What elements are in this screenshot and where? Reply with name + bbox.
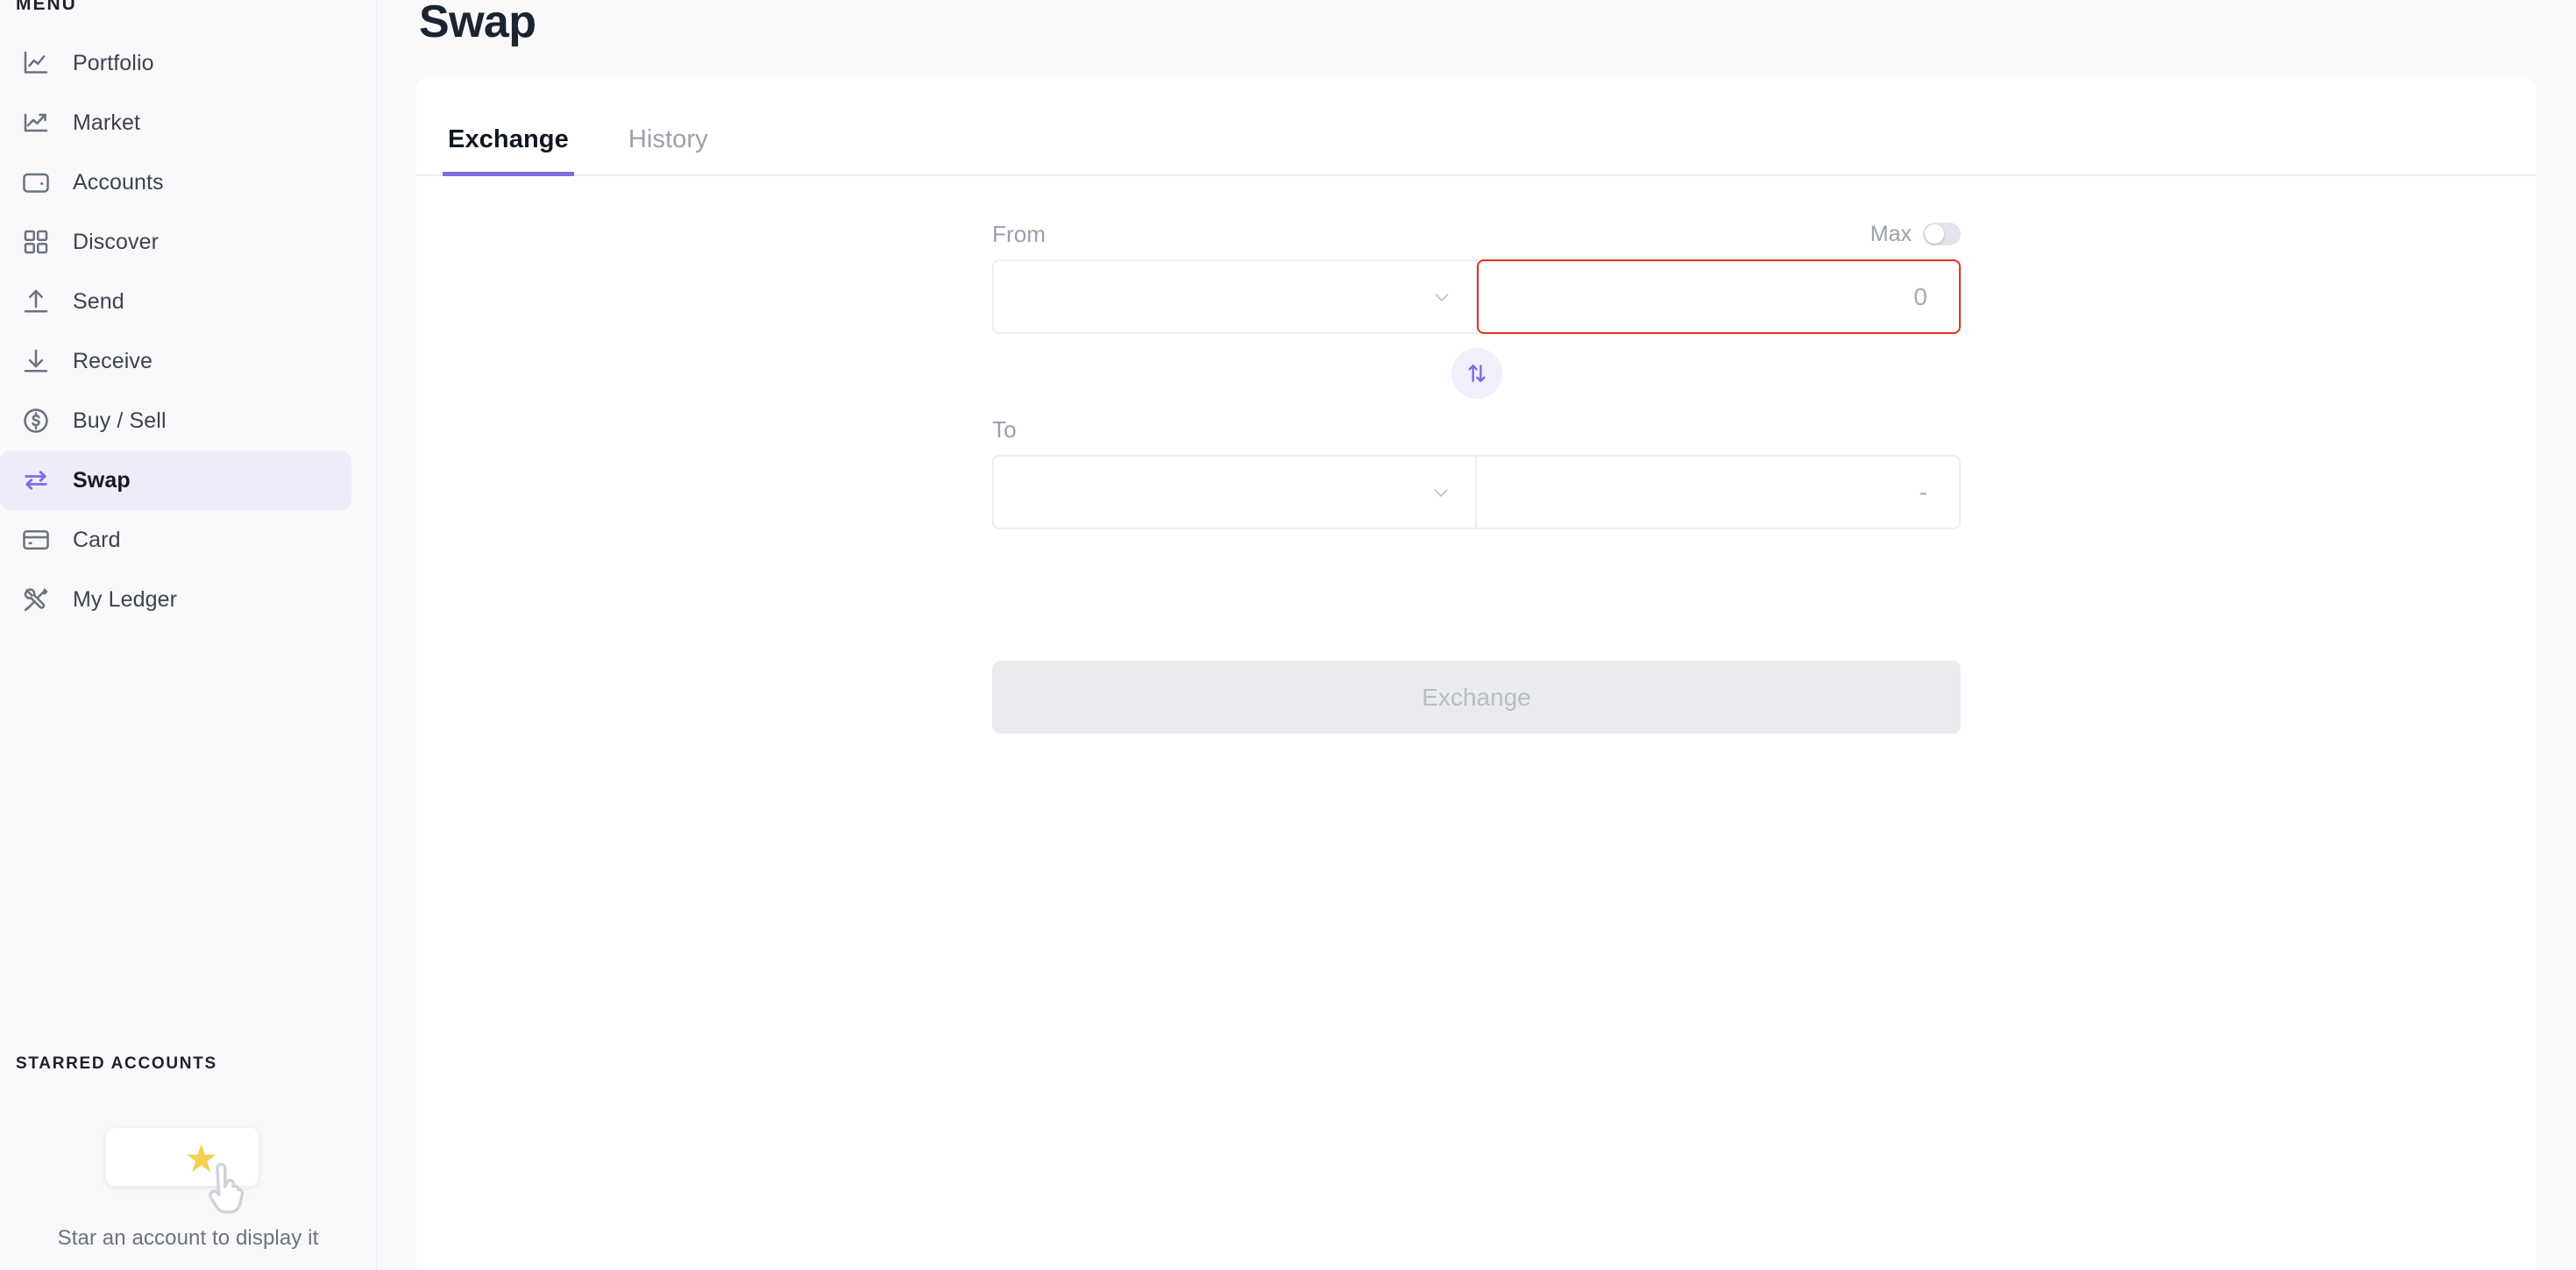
sidebar-item-label: Portfolio	[73, 50, 154, 75]
swap-direction-row	[992, 334, 1961, 413]
sidebar-item-label: Discover	[73, 229, 160, 254]
to-field-header: To	[992, 413, 1961, 446]
sidebar-item-label: Accounts	[73, 169, 164, 195]
credit-card-icon	[19, 523, 53, 557]
from-currency-select[interactable]	[992, 259, 1478, 334]
tab-history[interactable]: History	[623, 125, 713, 176]
swap-arrows-icon	[19, 464, 53, 497]
sidebar: MENU Portfolio Market Accounts Discover …	[0, 0, 377, 1270]
sidebar-item-receive[interactable]: Receive	[0, 331, 351, 391]
from-amount-input[interactable]: 0	[1477, 259, 1961, 334]
to-label: To	[992, 415, 1017, 443]
starred-empty-illustration: ★	[0, 1109, 376, 1214]
starred-accounts-section: STARRED ACCOUNTS ★ Star an account to di…	[0, 1054, 376, 1270]
grid-icon	[19, 225, 53, 259]
swap-form: From Max 0 To - Exchange	[416, 176, 2537, 1270]
app-root: MENU Portfolio Market Accounts Discover …	[0, 0, 2576, 1270]
sidebar-item-send[interactable]: Send	[0, 272, 351, 331]
swap-card: Exchange History From Max 0 To - Exchang…	[416, 77, 2537, 1270]
sidebar-item-label: Swap	[73, 467, 131, 493]
max-toggle-group[interactable]: Max	[1870, 222, 1961, 247]
tools-icon	[19, 583, 53, 616]
to-currency-select[interactable]	[992, 455, 1477, 529]
from-field-header: From Max	[992, 217, 1961, 251]
starred-accounts-heading: STARRED ACCOUNTS	[16, 1054, 217, 1073]
sidebar-item-accounts[interactable]: Accounts	[0, 153, 351, 212]
sidebar-item-label: My Ledger	[73, 586, 178, 612]
sidebar-item-buy-sell[interactable]: Buy / Sell	[0, 391, 351, 451]
sidebar-item-card[interactable]: Card	[0, 510, 351, 570]
sidebar-item-label: Market	[73, 110, 141, 135]
arrow-up-tray-icon	[19, 285, 53, 318]
dollar-circle-icon	[19, 404, 53, 437]
to-amount-value: -	[1477, 455, 1961, 529]
max-toggle-knob	[1925, 224, 1944, 244]
sidebar-item-portfolio[interactable]: Portfolio	[0, 33, 351, 93]
sidebar-item-label: Send	[73, 288, 124, 314]
chart-line-icon	[19, 46, 53, 80]
page-title: Swap	[419, 0, 536, 47]
arrow-down-tray-icon	[19, 344, 53, 378]
sidebar-item-swap[interactable]: Swap	[0, 451, 351, 510]
starred-empty-text: Star an account to display it	[57, 1226, 319, 1250]
chevron-down-icon	[1430, 481, 1452, 504]
tab-exchange[interactable]: Exchange	[443, 125, 574, 176]
to-input-row: -	[992, 455, 1961, 529]
swap-direction-button[interactable]	[1451, 348, 1502, 399]
sidebar-item-label: Card	[73, 527, 121, 552]
sidebar-nav: Portfolio Market Accounts Discover Send …	[0, 33, 376, 629]
swap-vertical-icon	[1467, 365, 1486, 382]
sidebar-item-my-ledger[interactable]: My Ledger	[0, 570, 351, 629]
chevron-down-icon	[1430, 286, 1453, 309]
swap-form-inner: From Max 0 To - Exchange	[992, 217, 1961, 734]
max-toggle[interactable]	[1923, 223, 1961, 245]
sidebar-item-market[interactable]: Market	[0, 93, 351, 153]
exchange-submit-button[interactable]: Exchange	[992, 661, 1961, 734]
from-label: From	[992, 220, 1047, 247]
pointing-hand-cursor-icon	[206, 1162, 252, 1217]
menu-heading: MENU	[16, 0, 77, 14]
sidebar-item-label: Buy / Sell	[73, 408, 167, 433]
tab-bar: Exchange History	[416, 77, 2537, 176]
main-content: Swap Exchange History From Max 0 To - Ex…	[377, 0, 2576, 1270]
sidebar-item-discover[interactable]: Discover	[0, 212, 351, 272]
sidebar-item-label: Receive	[73, 348, 153, 373]
wallet-icon	[19, 166, 53, 199]
from-input-row: 0	[992, 259, 1961, 334]
max-label: Max	[1870, 221, 1912, 246]
trending-up-icon	[19, 106, 53, 139]
